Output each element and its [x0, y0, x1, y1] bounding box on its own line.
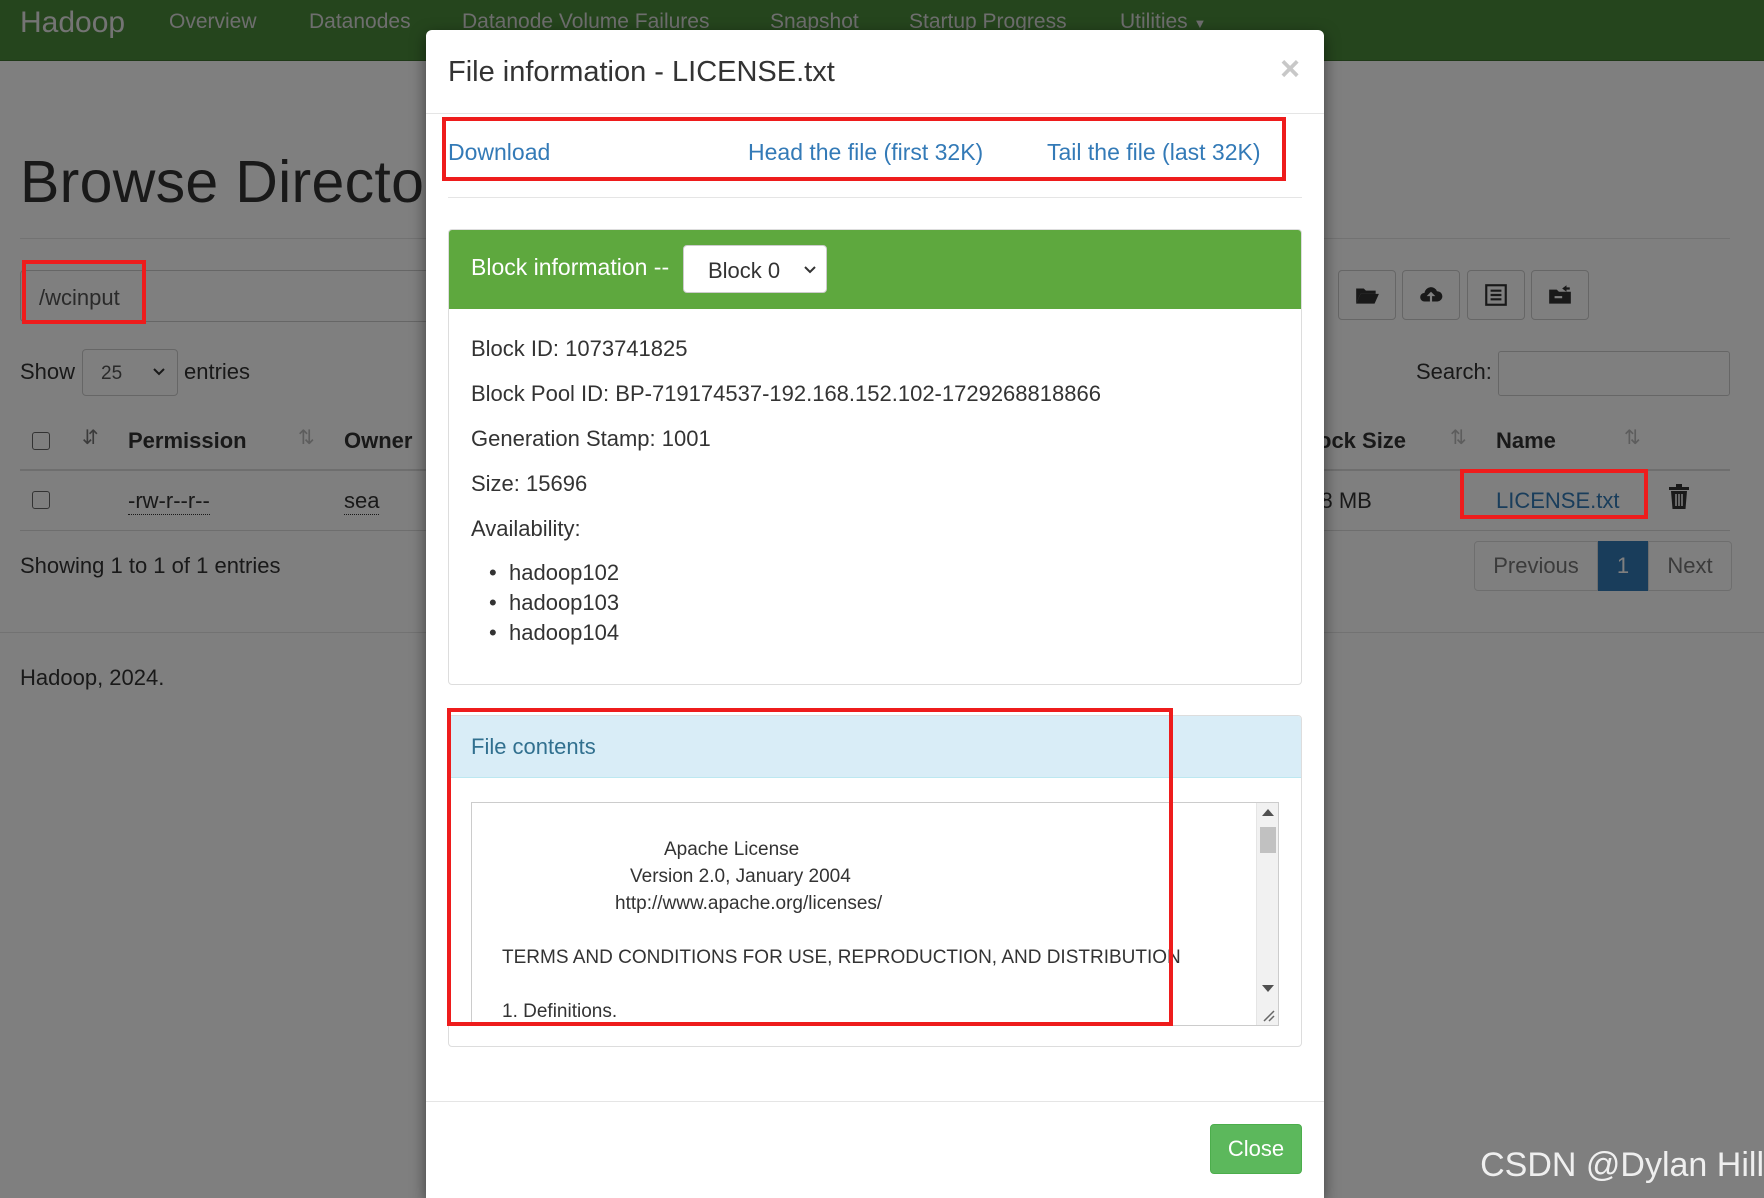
scroll-down-icon[interactable]	[1262, 985, 1274, 992]
block-size: Size: 15696	[471, 471, 588, 496]
block-information-label: Block information --	[471, 254, 670, 280]
block-select-value: Block 0	[708, 258, 781, 283]
block-id: Block ID: 1073741825	[471, 336, 688, 361]
textarea-scrollbar[interactable]	[1256, 803, 1278, 1025]
generation-stamp: Generation Stamp: 1001	[471, 426, 711, 451]
block-pool-id: Block Pool ID: BP-719174537-192.168.152.…	[471, 381, 1101, 406]
availability-label: Availability:	[471, 516, 581, 541]
highlight-contents-box	[447, 708, 1173, 1026]
highlight-filename-box	[1460, 469, 1648, 519]
highlight-links-box	[442, 117, 1286, 181]
scroll-up-icon[interactable]	[1262, 809, 1274, 816]
file-information-modal: File information - LICENSE.txt × Downloa…	[426, 30, 1324, 1198]
modal-header-divider	[426, 113, 1324, 114]
modal-title: File information - LICENSE.txt	[448, 56, 835, 88]
close-icon[interactable]: ×	[1280, 50, 1300, 89]
list-item: hadoop104	[489, 620, 619, 646]
list-item: hadoop103	[489, 590, 619, 616]
watermark: CSDN @Dylan Hill	[1480, 1146, 1764, 1184]
resize-grip-icon[interactable]	[1261, 1008, 1275, 1022]
chevron-down-icon	[804, 266, 816, 274]
block-information-panel: Block information -- Block 0 Block ID: 1…	[448, 229, 1302, 685]
list-item: hadoop102	[489, 560, 619, 586]
block-information-header: Block information -- Block 0	[449, 230, 1301, 309]
close-button[interactable]: Close	[1210, 1124, 1302, 1174]
modal-footer-divider	[426, 1101, 1324, 1102]
highlight-path-box	[22, 260, 146, 324]
block-select[interactable]: Block 0	[683, 245, 827, 293]
links-divider	[448, 197, 1302, 198]
scrollbar-thumb[interactable]	[1260, 827, 1276, 853]
